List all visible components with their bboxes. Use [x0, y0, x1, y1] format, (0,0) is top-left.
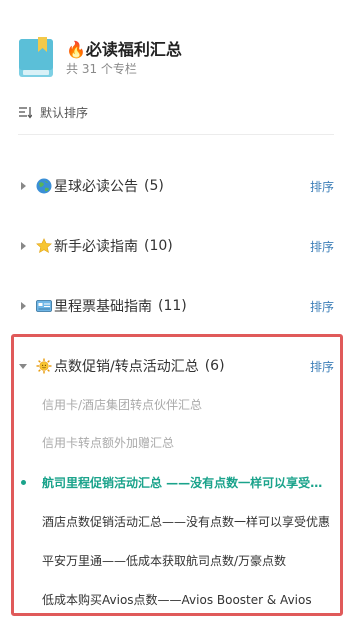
divider	[18, 134, 334, 135]
article-item-active[interactable]: 航司里程促销活动汇总 ——没有点数一样可以享受优惠	[42, 475, 332, 491]
sort-icon	[19, 107, 32, 119]
section-mileage-basics[interactable]: 里程票基础指南 (11) 排序	[18, 296, 336, 316]
section-sort-link[interactable]: 排序	[310, 358, 336, 375]
active-indicator	[21, 480, 26, 485]
globe-icon	[36, 178, 52, 194]
caret-right-icon	[21, 182, 26, 190]
star-icon	[36, 238, 52, 254]
section-announcements[interactable]: 星球必读公告 (5) 排序	[18, 176, 336, 196]
page-title: 🔥必读福利汇总	[66, 40, 182, 59]
card-icon	[36, 300, 52, 312]
sort-label: 默认排序	[40, 105, 89, 120]
article-item[interactable]: 信用卡转点额外加赠汇总	[42, 435, 332, 451]
article-item[interactable]: 信用卡/酒店集团转点伙伴汇总	[42, 397, 332, 413]
caret-right-icon	[21, 302, 26, 310]
book-icon	[19, 37, 53, 77]
sort-selector[interactable]: 默认排序	[18, 103, 88, 121]
section-count: (10)	[144, 238, 173, 254]
section-sort-link[interactable]: 排序	[310, 298, 336, 315]
section-points-promotions[interactable]: 点数促销/转点活动汇总 (6) 排序	[18, 356, 336, 376]
caret-down-icon	[19, 364, 27, 369]
section-title: 里程票基础指南	[54, 299, 152, 315]
section-beginner-guide[interactable]: 新手必读指南 (10) 排序	[18, 236, 336, 256]
article-item[interactable]: 低成本购买Avios点数——Avios Booster & Avios	[42, 592, 332, 608]
sun-icon	[36, 358, 52, 374]
column-count: 共 31 个专栏	[66, 62, 137, 76]
section-sort-link[interactable]: 排序	[310, 178, 336, 195]
section-sort-link[interactable]: 排序	[310, 238, 336, 255]
caret-right-icon	[21, 242, 26, 250]
article-item[interactable]: 酒店点数促销活动汇总——没有点数一样可以享受优惠	[42, 514, 332, 530]
section-count: (6)	[204, 358, 225, 374]
section-count: (5)	[144, 178, 164, 194]
column-header: 🔥必读福利汇总 共 31 个专栏	[18, 34, 338, 80]
section-title: 星球必读公告	[54, 179, 138, 195]
section-title: 新手必读指南	[54, 239, 138, 255]
section-title: 点数促销/转点活动汇总	[54, 359, 199, 375]
section-count: (11)	[158, 298, 187, 314]
article-item[interactable]: 平安万里通——低成本获取航司点数/万豪点数	[42, 553, 332, 569]
